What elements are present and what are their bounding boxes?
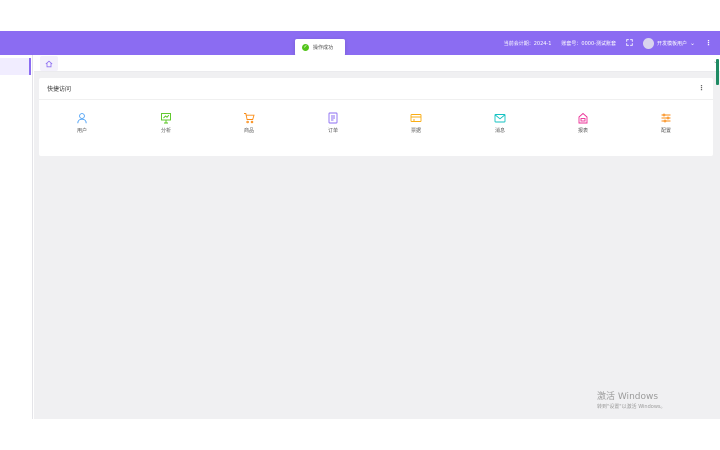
success-toast: ✓ 操作成功 (295, 39, 345, 56)
mail-icon (494, 114, 506, 123)
toast-message: 操作成功 (313, 45, 334, 51)
user-menu[interactable]: 开发模板用户 ⌄ (642, 37, 695, 49)
quick-item-report[interactable]: 报表 (563, 112, 603, 142)
windows-activation-watermark: 激活 Windows 转到"设置"以激活 Windows。 (597, 389, 666, 410)
user-icon (77, 113, 87, 124)
home-icon (45, 60, 53, 67)
quick-item-label: 报表 (577, 128, 588, 134)
quick-item-config[interactable]: 配置 (646, 112, 686, 142)
account-set-selector[interactable]: 账套号：0000-测试账套 (561, 40, 616, 47)
card-title: 快捷访问 (47, 86, 72, 93)
watermark-subtitle: 转到"设置"以激活 Windows。 (597, 404, 666, 410)
tab-bar: ⌄ (34, 55, 720, 72)
quick-item-label: 商品 (243, 128, 254, 134)
report-icon (578, 112, 588, 124)
check-circle-icon: ✓ (302, 44, 309, 51)
username-label: 开发模板用户 (656, 40, 687, 47)
chevron-down-icon: ⌄ (689, 39, 695, 47)
settings-sliders-icon (661, 113, 671, 123)
watermark-title: 激活 Windows (597, 392, 659, 402)
quick-item-label: 用户 (76, 128, 87, 134)
cart-icon (244, 113, 255, 124)
card-icon (410, 114, 422, 122)
fullscreen-icon[interactable] (626, 38, 633, 48)
quick-item-label: 票据 (410, 128, 421, 134)
quick-access-grid: 用户 分析 商品 订单 票据 消息 报表 配置 (39, 112, 713, 142)
quick-item-message[interactable]: 消息 (480, 112, 520, 142)
avatar (642, 37, 654, 49)
quick-item-label: 订单 (327, 128, 338, 134)
quick-item-label: 分析 (160, 128, 171, 134)
card-header: 快捷访问 (39, 78, 713, 100)
sidebar (0, 55, 33, 419)
main-content: ⌄ 快捷访问 ⋮ 用户 分析 (34, 55, 720, 419)
quick-item-goods[interactable]: 商品 (229, 112, 269, 142)
more-vertical-icon[interactable]: ⋮ (705, 39, 712, 47)
quick-item-order[interactable]: 订单 (313, 112, 353, 142)
presentation-icon (161, 113, 171, 124)
scrollbar-thumb[interactable] (716, 59, 719, 85)
tab-home[interactable] (40, 56, 58, 71)
header-right-group: 当前会计期：2024-1 账套号：0000-测试账套 开发模板用户 ⌄ ⋮ (504, 31, 712, 55)
quick-item-label: 消息 (494, 128, 505, 134)
sidebar-item-active[interactable] (0, 58, 31, 75)
quick-item-user[interactable]: 用户 (62, 112, 102, 142)
document-icon (328, 112, 338, 124)
quick-access-card: 快捷访问 ⋮ 用户 分析 商品 订单 票据 消息 报表 配置 (39, 78, 713, 156)
quick-item-bill[interactable]: 票据 (396, 112, 436, 142)
top-header-bar: 当前会计期：2024-1 账套号：0000-测试账套 开发模板用户 ⌄ ⋮ (0, 31, 720, 55)
card-more-icon[interactable]: ⋮ (698, 84, 705, 92)
quick-item-analysis[interactable]: 分析 (146, 112, 186, 142)
quick-item-label: 配置 (660, 128, 671, 134)
fiscal-period-text: 当前会计期：2024-1 (503, 40, 552, 47)
